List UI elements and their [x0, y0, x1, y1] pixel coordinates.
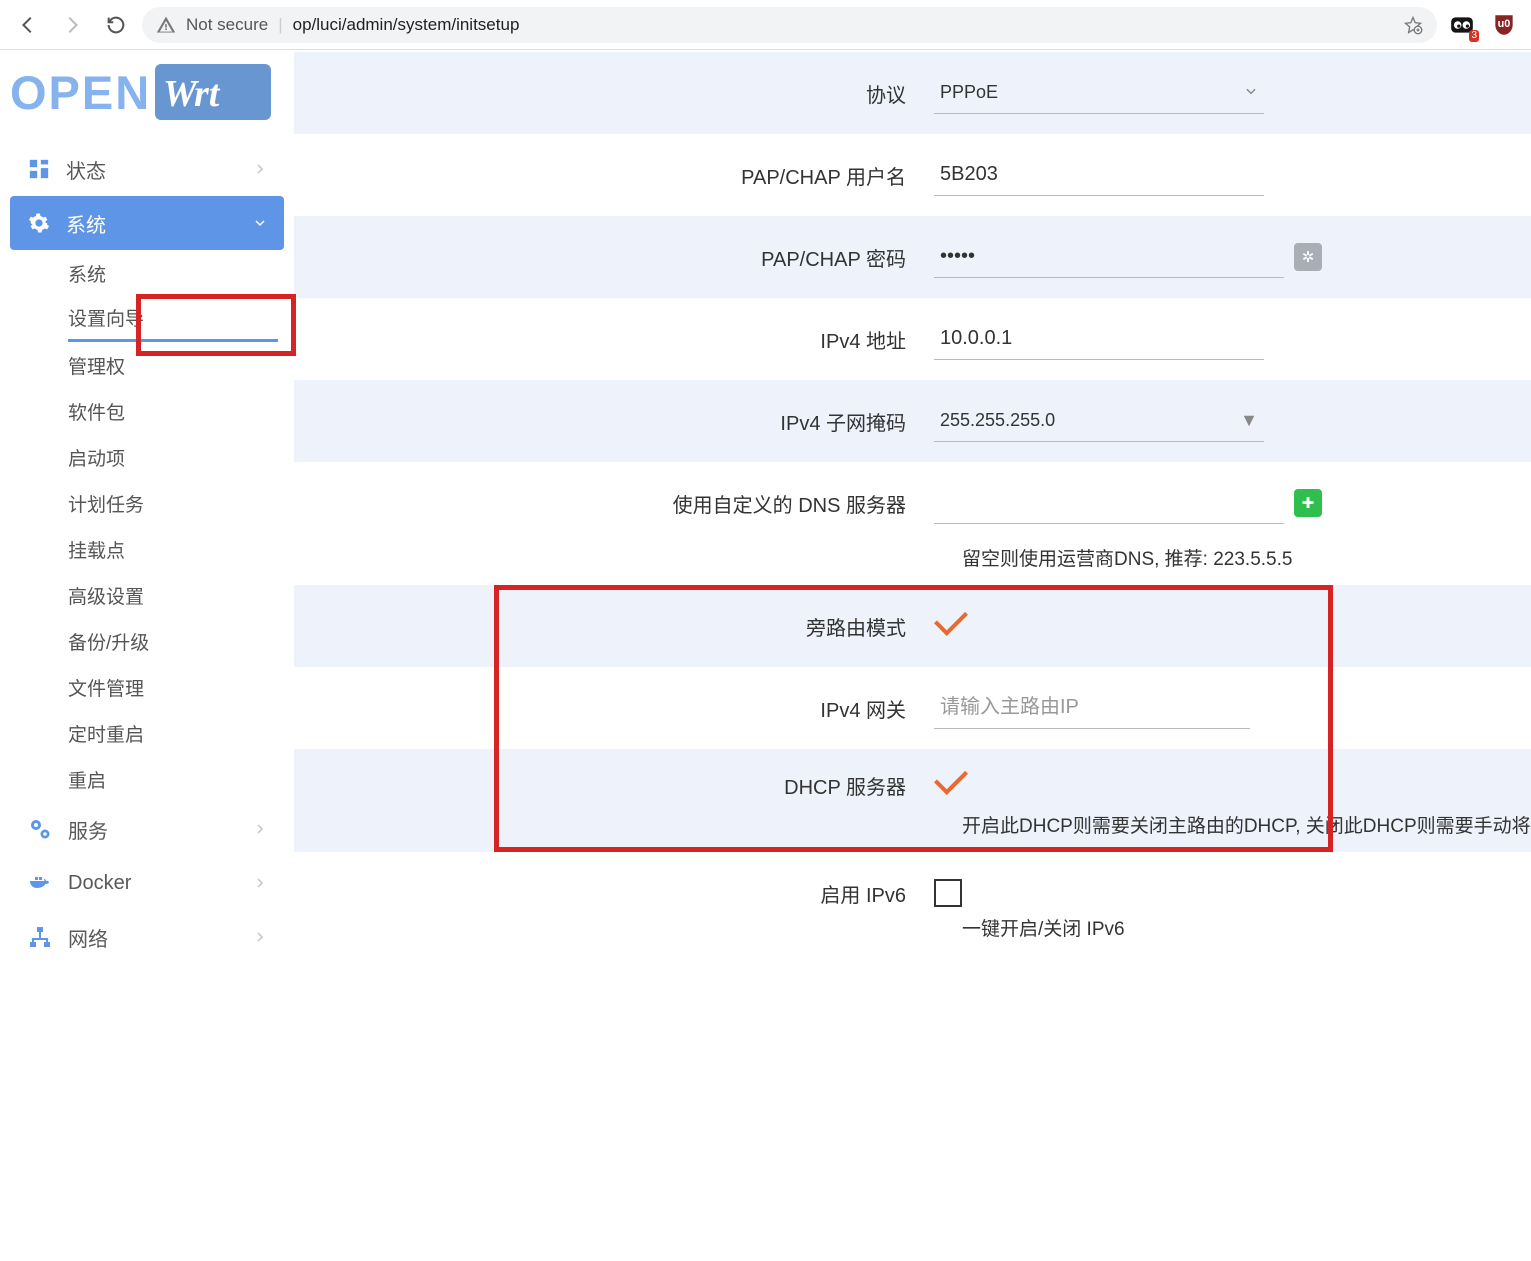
sub-reboot[interactable]: 重启	[68, 756, 284, 802]
gears-icon	[28, 817, 52, 841]
ipv4-label: IPv4 地址	[294, 325, 934, 354]
row-protocol: 协议 PPPoE	[294, 52, 1531, 134]
gateway-label: IPv4 网关	[294, 694, 934, 723]
favorite-icon[interactable]	[1403, 15, 1423, 35]
docker-icon	[28, 871, 52, 895]
chevron-right-icon	[254, 158, 266, 181]
dns-help: 留空则使用运营商DNS, 推荐: 223.5.5.5	[294, 544, 1531, 585]
sub-admin[interactable]: 管理权	[68, 342, 284, 388]
dns-input[interactable]	[934, 482, 1284, 524]
protocol-value: PPPoE	[940, 82, 998, 103]
caret-down-icon: ▼	[1240, 410, 1258, 431]
svg-text:Wrt: Wrt	[163, 73, 221, 114]
logo: OPEN Wrt	[10, 64, 268, 120]
secure-label: Not secure	[186, 15, 268, 35]
reload-button[interactable]	[98, 7, 134, 43]
sub-reboot-timer[interactable]: 定时重启	[68, 710, 284, 756]
side-mode-label: 旁路由模式	[294, 612, 934, 641]
sub-backup[interactable]: 备份/升级	[68, 618, 284, 664]
sub-nav: 系统 设置向导 管理权 软件包 启动项 计划任务 挂载点 高级设置 备份/升级 …	[10, 250, 284, 802]
ipv6-enable-label: 启用 IPv6	[294, 879, 934, 908]
highlighted-group: 旁路由模式 IPv4 网关 DHCP 服务器 开启此DHCP则需要关闭主路由的D…	[294, 585, 1531, 852]
content: 协议 PPPoE PAP/CHAP 用户名 PAP/CHAP 密码 ✲	[294, 50, 1531, 978]
protocol-select[interactable]: PPPoE	[934, 72, 1264, 114]
dhcp-help: 开启此DHCP则需要关闭主路由的DHCP, 关闭此DHCP则需要手动将	[294, 811, 1531, 838]
sub-wizard[interactable]: 设置向导	[68, 296, 278, 342]
nav-status-label: 状态	[66, 155, 106, 184]
dns-add-button[interactable]: ✚	[1294, 489, 1322, 517]
row-dns: 使用自定义的 DNS 服务器 ✚	[294, 462, 1531, 544]
extension-1-icon[interactable]: 3	[1445, 8, 1479, 42]
netmask-value: 255.255.255.0	[940, 410, 1055, 431]
sub-startup[interactable]: 启动项	[68, 434, 284, 480]
row-dhcp: DHCP 服务器	[294, 749, 1531, 811]
password-label: PAP/CHAP 密码	[294, 243, 934, 272]
nav-docker-label: Docker	[68, 872, 131, 895]
row-netmask: IPv4 子网掩码 255.255.255.0 ▼	[294, 380, 1531, 462]
dns-label: 使用自定义的 DNS 服务器	[294, 489, 934, 518]
network-icon	[28, 925, 52, 949]
browser-bar: Not secure | op/luci/admin/system/initse…	[0, 0, 1531, 50]
row-ipv6: 启用 IPv6	[294, 852, 1531, 914]
username-input[interactable]	[934, 154, 1264, 196]
extension-ublock-icon[interactable]: u0	[1487, 8, 1521, 42]
gateway-input[interactable]	[934, 687, 1250, 729]
password-reveal-button[interactable]: ✲	[1294, 243, 1322, 271]
row-password: PAP/CHAP 密码 ✲	[294, 216, 1531, 298]
url-bar[interactable]: Not secure | op/luci/admin/system/initse…	[142, 7, 1437, 43]
nav-network-label: 网络	[68, 923, 108, 952]
ipv6-help: 一键开启/关闭 IPv6	[294, 914, 1531, 955]
chevron-right-icon	[254, 818, 266, 841]
nav-docker[interactable]: Docker	[10, 856, 284, 910]
ipv6-checkbox[interactable]	[934, 879, 962, 907]
url-text: op/luci/admin/system/initsetup	[293, 15, 1393, 35]
netmask-label: IPv4 子网掩码	[294, 407, 934, 436]
side-mode-checkbox[interactable]	[934, 608, 970, 644]
logo-wrt-box: Wrt	[155, 64, 271, 120]
chevron-down-icon	[254, 212, 266, 235]
dhcp-checkbox[interactable]	[934, 767, 970, 803]
sidebar: OPEN Wrt 状态 系统 系统 设置向导 管理权	[0, 50, 294, 978]
sub-system[interactable]: 系统	[68, 250, 284, 296]
chevron-right-icon	[254, 926, 266, 949]
nav-network[interactable]: 网络	[10, 910, 284, 964]
sub-files[interactable]: 文件管理	[68, 664, 284, 710]
warning-icon	[156, 15, 176, 35]
sub-packages[interactable]: 软件包	[68, 388, 284, 434]
sub-mounts[interactable]: 挂载点	[68, 526, 284, 572]
sub-scheduled[interactable]: 计划任务	[68, 480, 284, 526]
row-ipv4: IPv4 地址	[294, 298, 1531, 380]
row-gateway: IPv4 网关	[294, 667, 1531, 749]
protocol-label: 协议	[294, 79, 934, 108]
dhcp-label: DHCP 服务器	[294, 771, 934, 800]
password-input[interactable]	[934, 236, 1284, 278]
grid-icon	[28, 158, 50, 180]
sub-advanced[interactable]: 高级设置	[68, 572, 284, 618]
logo-open-text: OPEN	[10, 65, 151, 120]
back-button[interactable]	[10, 7, 46, 43]
chevron-down-icon	[1244, 82, 1258, 103]
nav-status[interactable]: 状态	[10, 142, 284, 196]
nav-services[interactable]: 服务	[10, 802, 284, 856]
nav-services-label: 服务	[68, 815, 108, 844]
username-label: PAP/CHAP 用户名	[294, 161, 934, 190]
nav-system-label: 系统	[66, 209, 106, 238]
forward-button[interactable]	[54, 7, 90, 43]
nav-system[interactable]: 系统	[10, 196, 284, 250]
chevron-right-icon	[254, 872, 266, 895]
row-username: PAP/CHAP 用户名	[294, 134, 1531, 216]
row-side-mode: 旁路由模式	[294, 585, 1531, 667]
svg-text:u0: u0	[1498, 18, 1511, 30]
ipv4-input[interactable]	[934, 318, 1264, 360]
netmask-select[interactable]: 255.255.255.0 ▼	[934, 400, 1264, 442]
extension-badge: 3	[1469, 30, 1479, 42]
gear-icon	[28, 212, 50, 234]
